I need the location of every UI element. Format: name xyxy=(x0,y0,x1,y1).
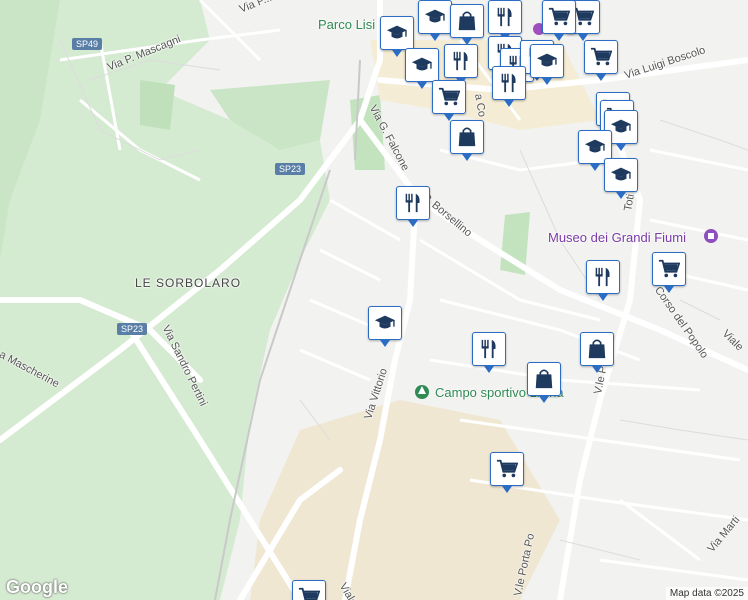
map-marker-school[interactable] xyxy=(405,48,439,89)
poi-label-museo[interactable]: Museo dei Grandi Fiumi xyxy=(548,230,686,245)
map-marker-cart[interactable] xyxy=(542,0,576,41)
map-marker-shopping-bag[interactable] xyxy=(450,4,484,45)
google-logo: Google xyxy=(6,577,68,597)
marker-box[interactable] xyxy=(584,40,618,81)
map-marker-restaurant[interactable] xyxy=(396,186,430,227)
map-marker-shopping-bag[interactable] xyxy=(450,120,484,161)
map-marker-restaurant[interactable] xyxy=(488,0,522,41)
marker-box[interactable] xyxy=(432,80,466,121)
marker-box[interactable] xyxy=(292,580,326,600)
marker-box[interactable] xyxy=(604,158,638,199)
map-marker-restaurant[interactable] xyxy=(492,66,526,107)
map-marker-shopping-bag[interactable] xyxy=(580,332,614,373)
map-marker-school[interactable] xyxy=(418,0,452,41)
marker-box[interactable] xyxy=(444,44,478,85)
map-marker-restaurant[interactable] xyxy=(444,44,478,85)
marker-box[interactable] xyxy=(450,4,484,45)
marker-box[interactable] xyxy=(580,332,614,373)
road-shield-sp23-b: SP23 xyxy=(117,323,148,335)
marker-box[interactable] xyxy=(490,452,524,493)
map-marker-cart[interactable] xyxy=(584,40,618,81)
map-marker-school[interactable] xyxy=(380,16,414,57)
map-marker-cart[interactable] xyxy=(432,80,466,121)
marker-box[interactable] xyxy=(396,186,430,227)
poi-label-parco-lisi[interactable]: Parco Lisi xyxy=(318,17,375,32)
marker-box[interactable] xyxy=(380,16,414,57)
marker-box[interactable] xyxy=(405,48,439,89)
map-marker-cart[interactable] xyxy=(490,452,524,493)
map-marker-restaurant[interactable] xyxy=(472,332,506,373)
map-marker-school[interactable] xyxy=(368,306,402,347)
map-marker-shopping-bag[interactable] xyxy=(527,362,561,403)
map-marker-cart[interactable] xyxy=(652,252,686,293)
road-shield-sp49: SP49 xyxy=(72,38,103,50)
area-label-le-sorbolaro: LE SORBOLARO xyxy=(135,276,242,290)
marker-box[interactable] xyxy=(542,0,576,41)
marker-box[interactable] xyxy=(492,66,526,107)
map-marker-restaurant[interactable] xyxy=(586,260,620,301)
marker-box[interactable] xyxy=(586,260,620,301)
marker-box[interactable] xyxy=(472,332,506,373)
map-attribution[interactable]: Map data ©2025 xyxy=(665,587,748,600)
marker-box[interactable] xyxy=(652,252,686,293)
road-shield-sp23-a: SP23 xyxy=(275,163,306,175)
marker-box[interactable] xyxy=(368,306,402,347)
marker-box[interactable] xyxy=(450,120,484,161)
map-marker-school[interactable] xyxy=(530,44,564,85)
map-marker-cart[interactable] xyxy=(292,580,326,600)
marker-box[interactable] xyxy=(527,362,561,403)
map-base xyxy=(0,0,748,600)
map-canvas[interactable]: LE SORBOLARO Via P. Mascagni Via P... Vi… xyxy=(0,0,748,600)
marker-box[interactable] xyxy=(488,0,522,41)
marker-box[interactable] xyxy=(530,44,564,85)
marker-box[interactable] xyxy=(418,0,452,41)
map-marker-school[interactable] xyxy=(604,158,638,199)
